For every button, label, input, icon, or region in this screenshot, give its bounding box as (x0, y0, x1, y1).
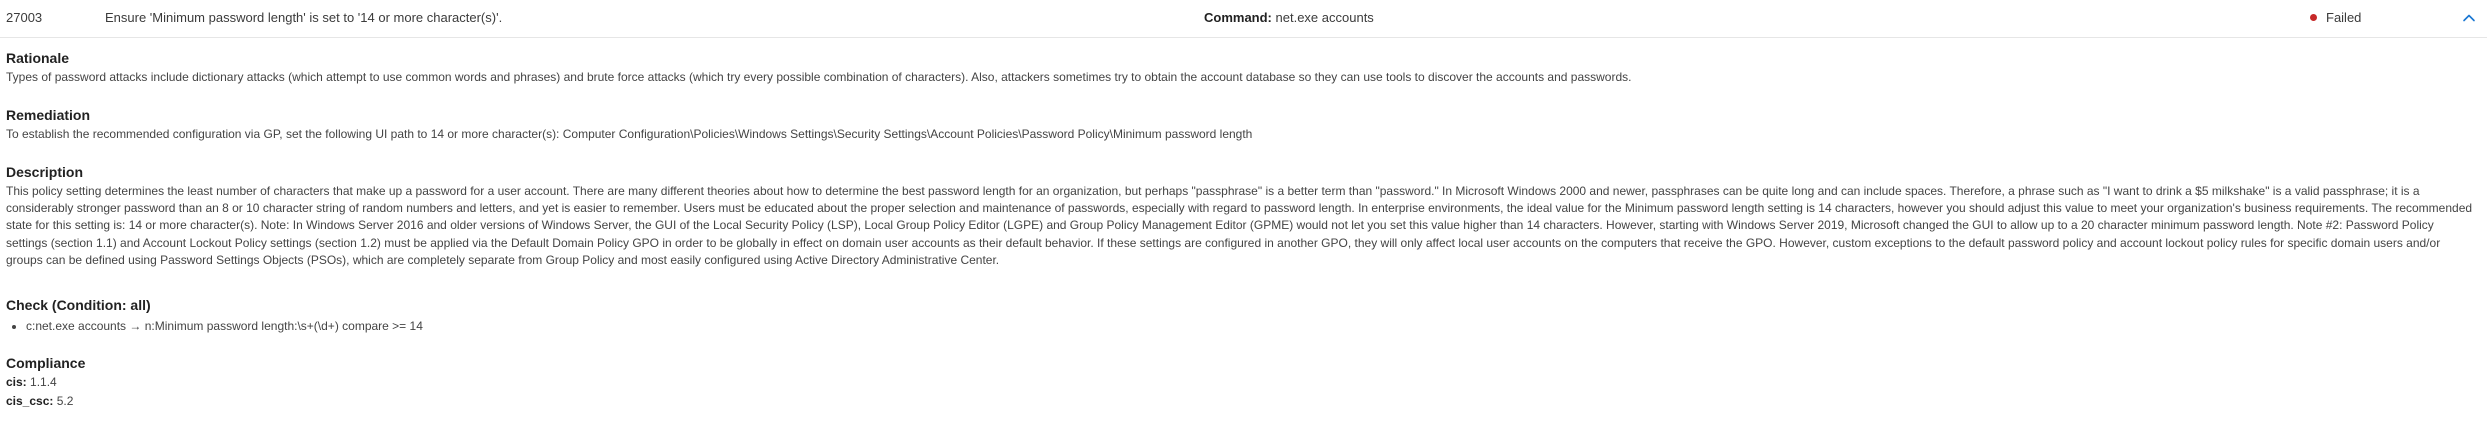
compliance-heading: Compliance (6, 355, 86, 371)
check-list: c:net.exe accounts → n:Minimum password … (6, 318, 2476, 335)
compliance-entry: cis_csc: 5.2 (6, 393, 2476, 410)
command-value: net.exe accounts (1275, 10, 1374, 25)
compliance-key: cis: (6, 375, 27, 389)
remediation-text: To establish the recommended configurati… (6, 127, 1253, 141)
compliance-entry: cis: 1.1.4 (6, 374, 2476, 391)
check-heading: Check (Condition: all) (6, 297, 151, 313)
check-command: Command: net.exe accounts (1204, 10, 1374, 25)
compliance-value: 5.2 (56, 394, 74, 408)
chevron-up-icon[interactable] (2461, 10, 2477, 26)
compliance-section: Compliance cis: 1.1.4 cis_csc: 5.2 (6, 354, 2476, 410)
check-section: Check (Condition: all) c:net.exe account… (6, 296, 2476, 335)
rationale-heading: Rationale (6, 50, 70, 66)
command-label: Command: (1204, 10, 1272, 25)
status-dot-icon (2310, 14, 2317, 21)
description-heading: Description (6, 164, 84, 180)
check-header-row[interactable]: 27003 Ensure 'Minimum password length' i… (0, 0, 2487, 38)
rationale-text: Types of password attacks include dictio… (6, 70, 1632, 84)
status-badge: Failed (2310, 10, 2361, 25)
description-text: This policy setting determines the least… (6, 184, 2473, 267)
check-rule: c:net.exe accounts → n:Minimum password … (26, 318, 2476, 335)
description-section: Description This policy setting determin… (6, 163, 2476, 269)
remediation-section: Remediation To establish the recommended… (6, 106, 2476, 143)
rationale-section: Rationale Types of password attacks incl… (6, 49, 2476, 86)
compliance-value: 1.1.4 (30, 375, 57, 389)
compliance-key: cis_csc: (6, 394, 54, 408)
remediation-heading: Remediation (6, 107, 91, 123)
status-text: Failed (2326, 10, 2362, 25)
check-title: Ensure 'Minimum password length' is set … (105, 10, 503, 25)
check-id: 27003 (6, 10, 43, 25)
